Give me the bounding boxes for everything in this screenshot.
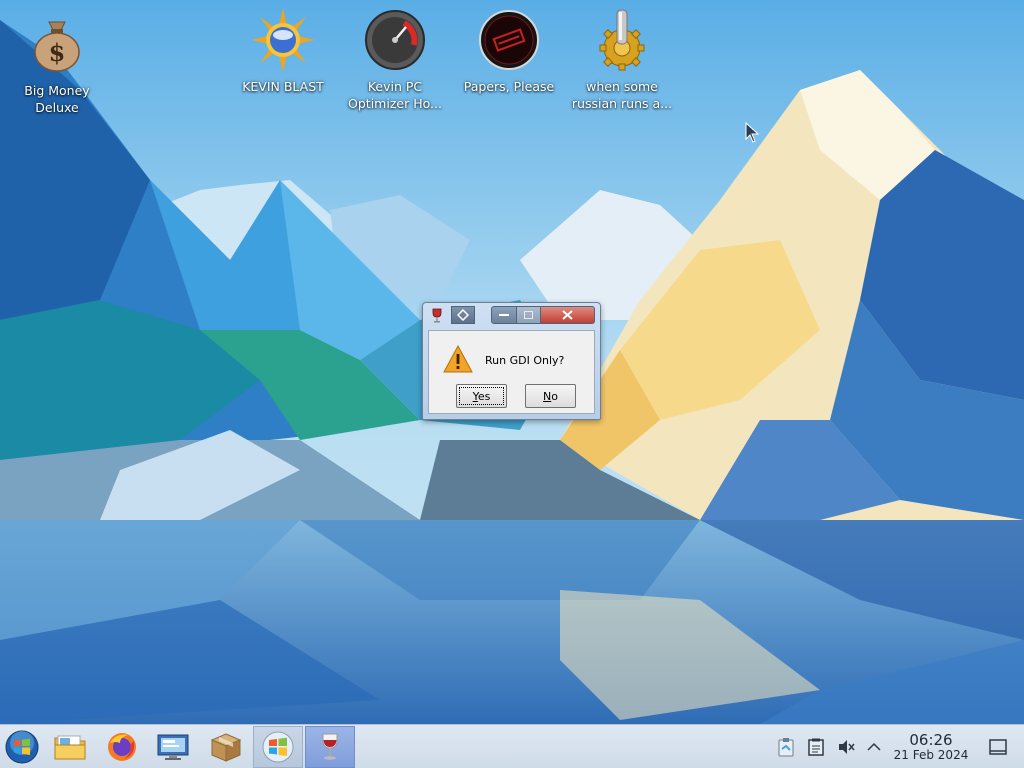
volume-tray-icon[interactable] — [836, 737, 856, 757]
close-icon — [562, 310, 573, 320]
show-desktop-button[interactable] — [988, 737, 1008, 757]
minimize-button[interactable] — [491, 306, 517, 324]
chevron-up-icon — [867, 742, 881, 751]
clock-time: 06:26 — [909, 731, 953, 749]
sun-orb-icon — [251, 8, 315, 72]
desktop: $ Big Money Deluxe KEVIN BLAST Kevin PC … — [0, 0, 1024, 724]
dialog-message: Run GDI Only? — [485, 354, 565, 367]
show-hidden-icons-button[interactable] — [864, 737, 884, 757]
no-button[interactable]: No — [525, 384, 576, 408]
windows-logo-icon — [262, 731, 294, 763]
gear-icon — [590, 8, 654, 72]
taskbar-item-wine[interactable] — [305, 726, 355, 768]
monitor-icon — [157, 734, 189, 760]
wine-glass-icon — [430, 308, 444, 324]
maximize-icon — [524, 311, 533, 319]
taskbar-item-package[interactable] — [201, 726, 251, 768]
run-gdi-dialog: Run GDI Only? Yes No — [422, 302, 601, 420]
start-button[interactable] — [0, 726, 44, 768]
taskbar-item-remote-desktop[interactable] — [148, 726, 198, 768]
desktop-icon-label: Big Money Deluxe — [24, 83, 90, 115]
notes-tray-icon[interactable] — [806, 737, 826, 757]
wine-glass-icon — [322, 733, 338, 760]
svg-text:$: $ — [49, 38, 66, 67]
clock[interactable]: 06:26 21 Feb 2024 — [886, 732, 976, 763]
stamp-seal-icon — [477, 8, 541, 72]
dialog-body: Run GDI Only? Yes No — [428, 330, 595, 414]
minimize-icon — [499, 314, 509, 316]
desktop-icon-papers-please[interactable]: Papers, Please — [453, 8, 565, 95]
desktop-icon-big-money-deluxe[interactable]: $ Big Money Deluxe — [1, 12, 113, 116]
firefox-icon — [108, 733, 136, 761]
desktop-icon-when-some-russian[interactable]: when some russian runs a... — [566, 8, 678, 112]
keep-above-button[interactable] — [451, 306, 475, 324]
taskbar: 06:26 21 Feb 2024 — [0, 724, 1024, 768]
volume-muted-icon — [839, 740, 855, 754]
warning-icon — [443, 345, 473, 373]
close-button[interactable] — [541, 306, 595, 324]
taskbar-item-firefox[interactable] — [97, 726, 147, 768]
package-box-icon — [210, 733, 242, 762]
start-orb-icon — [5, 730, 39, 764]
maximize-button[interactable] — [517, 306, 541, 324]
diamond-icon — [457, 309, 469, 321]
desktop-icon-label: Papers, Please — [463, 79, 555, 94]
clipboard-icon — [778, 738, 794, 757]
taskbar-item-file-manager[interactable] — [45, 726, 95, 768]
desktop-icon-label: Kevin PC Optimizer Ho... — [348, 79, 442, 111]
folder-icon — [54, 735, 86, 760]
mouse-cursor-icon — [745, 122, 760, 143]
show-desktop-icon — [989, 739, 1007, 755]
notes-icon — [808, 738, 824, 756]
taskbar-item-windows[interactable] — [253, 726, 303, 768]
desktop-icon-kevin-pc-optimizer[interactable]: Kevin PC Optimizer Ho... — [339, 8, 451, 112]
desktop-icon-kevin-blast[interactable]: KEVIN BLAST — [227, 8, 339, 95]
dialog-titlebar[interactable] — [423, 303, 600, 329]
desktop-icon-label: when some russian runs a... — [571, 79, 673, 111]
speedometer-icon — [363, 8, 427, 72]
yes-button[interactable]: Yes — [456, 384, 507, 408]
money-bag-icon: $ — [25, 12, 89, 76]
clock-date: 21 Feb 2024 — [893, 748, 969, 762]
desktop-icon-label: KEVIN BLAST — [242, 79, 324, 94]
clipboard-tray-icon[interactable] — [776, 737, 796, 757]
